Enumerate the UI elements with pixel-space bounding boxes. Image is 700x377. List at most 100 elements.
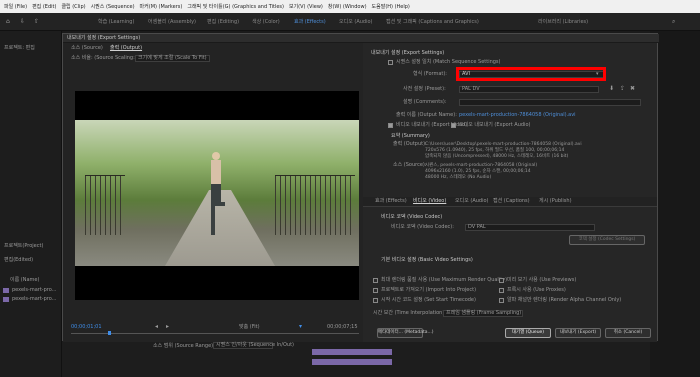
home-icon[interactable]: ⌂ — [6, 19, 10, 25]
timeline-clip[interactable] — [312, 349, 392, 355]
codec-settings-button[interactable]: 코덱 설정 (Codec Settings) — [569, 235, 645, 245]
range-slider-track[interactable] — [71, 333, 359, 334]
marker-icon[interactable]: ▾ — [299, 324, 302, 330]
menu-file[interactable]: 파일 (File) — [4, 3, 27, 10]
max-render-quality-checkbox[interactable] — [373, 278, 378, 283]
summary-header[interactable]: 요약 (Summary) — [391, 133, 430, 140]
output-name-link[interactable]: pexels-mart-production-7864058 (Original… — [459, 112, 576, 119]
summary-source-label: 소스 (Source): — [393, 162, 427, 168]
workspace-editing[interactable]: 편집 (Editing) — [207, 18, 239, 25]
video-codec-select[interactable]: DV PAL — [465, 224, 595, 231]
summary-output-line: 압축되지 않음 (Uncompressed), 48000 Hz, 스테레오, … — [425, 154, 569, 159]
match-sequence-checkbox[interactable] — [388, 60, 393, 65]
timeline-clip[interactable] — [312, 359, 392, 365]
menu-clip[interactable]: 클립 (Clip) — [61, 3, 85, 10]
settings-tabs: 효과 (Effects) 비디오 (Video) 오디오 (Audio) 캡션 … — [363, 197, 657, 207]
metadata-button[interactable]: 메타데이터... (Metadata...) — [377, 328, 434, 338]
workspace-libraries[interactable]: 라이브러리 (Libraries) — [538, 18, 588, 25]
tab-captions[interactable]: 캡션 (Captions) — [493, 198, 530, 205]
search-icon[interactable]: ⌕ — [672, 19, 675, 25]
menu-sequence[interactable]: 시퀀스 (Sequence) — [91, 3, 135, 10]
tab-video[interactable]: 비디오 (Video) — [413, 198, 446, 205]
export-settings-header[interactable]: 내보내기 설정 (Export Settings) — [371, 50, 444, 57]
menu-window[interactable]: 창(W) (Window) — [328, 3, 367, 10]
use-proxies-label: 프록시 사용 (Use Proxies) — [507, 287, 566, 293]
workspace-learning[interactable]: 학습 (Learning) — [98, 18, 134, 25]
time-interpolation-label: 시간 보간 (Time Interpolation): — [373, 310, 446, 316]
tab-source[interactable]: 소스 (Source) — [71, 45, 103, 52]
video-codec-label: 비디오 코덱 (Video Codec): — [391, 224, 454, 230]
timecode-out: 00;00;07;15 — [327, 324, 358, 330]
video-preview — [75, 91, 359, 300]
start-timecode-label: 시작 시간 코드 설정 (Set Start Timecode) — [381, 297, 476, 303]
delete-preset-icon[interactable]: ✖ — [630, 86, 635, 92]
runner-figure — [211, 152, 225, 235]
save-preset-icon[interactable]: ⬇ — [609, 86, 614, 92]
preview-pane: 소스 (Source) 출력 (Output) 소스 비율: (Source S… — [63, 43, 363, 349]
format-highlight-box — [456, 67, 606, 81]
project-panel: 프로젝트: 편집 프로젝트(Project) 편집(Edited) 이름 (Na… — [0, 31, 62, 377]
workspace-effects[interactable]: 효과 (Effects) — [294, 18, 326, 25]
menu-markers[interactable]: 마커(M) (Markers) — [140, 3, 183, 10]
project-item[interactable]: pexels-mart-pro... — [12, 287, 56, 294]
alpha-only-checkbox[interactable] — [499, 298, 504, 303]
tab-output[interactable]: 출력 (Output) — [110, 45, 142, 52]
tab-audio[interactable]: 오디오 (Audio) — [455, 198, 489, 205]
settings-pane: 내보내기 설정 (Export Settings) 시퀀스 설정 일치 (Mat… — [363, 43, 657, 342]
format-label: 형식 (Format): — [413, 71, 447, 77]
source-scaling-select[interactable]: 크기에 맞게 조절 (Scale To Fit) — [135, 55, 210, 62]
time-interpolation-select[interactable]: 프레임 샘플링 (Frame Sampling) — [443, 310, 523, 317]
source-scaling-label: 소스 비율: (Source Scaling:) — [71, 55, 137, 61]
timecode-in[interactable]: 00;00;01;01 — [71, 324, 102, 331]
export-audio-label: 오디오 내보내기 (Export Audio) — [459, 122, 531, 128]
basic-video-header[interactable]: 기본 비디오 설정 (Basic Video Settings) — [381, 256, 473, 263]
match-sequence-label: 시퀀스 설정 일치 (Match Sequence Settings) — [396, 59, 501, 65]
cancel-button[interactable]: 취소 (Cancel) — [605, 328, 651, 338]
output-name-label: 출력 이름 (Output Name): — [396, 112, 457, 118]
project-item[interactable]: pexels-mart-pro... — [12, 296, 56, 303]
queue-button[interactable]: 대기열 (Queue) — [505, 328, 551, 338]
menu-graphics[interactable]: 그래픽 및 타이틀(G) (Graphics and Titles) — [187, 3, 284, 10]
export-icon[interactable]: ⇧ — [34, 19, 39, 25]
mark-in-icon[interactable]: ◂ — [155, 324, 158, 330]
tab-publish[interactable]: 게시 (Publish) — [539, 198, 572, 205]
use-previews-checkbox[interactable] — [499, 278, 504, 283]
tab-effects[interactable]: 효과 (Effects) — [375, 198, 407, 205]
use-proxies-checkbox[interactable] — [499, 288, 504, 293]
comments-label: 설명 (Comments): — [403, 99, 447, 105]
workspace-color[interactable]: 색상 (Color) — [252, 18, 280, 25]
clip-color-swatch — [3, 288, 9, 293]
export-video-label: 비디오 내보내기 (Export Video) — [396, 122, 468, 128]
mark-out-icon[interactable]: ▸ — [166, 324, 169, 330]
name-column: 이름 (Name) — [10, 277, 40, 283]
menu-view[interactable]: 보기(V) (View) — [289, 3, 323, 10]
menu-help[interactable]: 도움말(H) (Help) — [372, 3, 410, 10]
menu-edit[interactable]: 편집 (Edit) — [32, 3, 56, 10]
export-button[interactable]: 내보내기 (Export) — [555, 328, 601, 338]
preview-frame-image — [75, 120, 359, 266]
source-range-select[interactable]: 시퀀스 인/아웃 (Sequence In/Out) — [213, 342, 294, 349]
preset-select[interactable]: PAL DV — [459, 86, 599, 93]
source-range-label: 소스 범위 (Source Range): — [153, 343, 215, 349]
export-audio-checkbox[interactable] — [451, 123, 456, 128]
dialog-title: 내보내기 설정 (Export Settings) — [67, 35, 141, 41]
use-previews-label: 미리 보기 사용 (Use Previews) — [507, 277, 577, 283]
fit-select[interactable]: 맞춤 (Fit) — [239, 324, 260, 331]
start-timecode-checkbox[interactable] — [373, 298, 378, 303]
import-into-project-label: 프로젝트로 가져오기 (Import Into Project) — [381, 287, 477, 293]
menu-bar: 파일 (File) 편집 (Edit) 클립 (Clip) 시퀀스 (Seque… — [0, 0, 700, 13]
project-bin[interactable]: 편집(Edited) — [4, 257, 33, 264]
import-icon[interactable]: ⇩ — [20, 19, 25, 25]
workspace-assembly[interactable]: 어셈블리 (Assembly) — [148, 18, 196, 25]
playhead-handle[interactable] — [108, 331, 111, 335]
workspace-bar: ⌂ ⇩ ⇧ 학습 (Learning) 어셈블리 (Assembly) 편집 (… — [0, 13, 700, 31]
workspace-audio[interactable]: 오디오 (Audio) — [339, 18, 373, 25]
import-preset-icon[interactable]: ⇪ — [620, 86, 625, 92]
import-into-project-checkbox[interactable] — [373, 288, 378, 293]
comments-input[interactable] — [459, 99, 641, 106]
clip-color-swatch — [3, 297, 9, 302]
video-codec-header[interactable]: 비디오 코덱 (Video Codec) — [381, 213, 442, 220]
export-video-checkbox[interactable] — [388, 123, 393, 128]
workspace-captions[interactable]: 캡션 및 그래픽 (Captions and Graphics) — [386, 18, 479, 25]
project-tab[interactable]: 프로젝트(Project) — [4, 243, 43, 250]
